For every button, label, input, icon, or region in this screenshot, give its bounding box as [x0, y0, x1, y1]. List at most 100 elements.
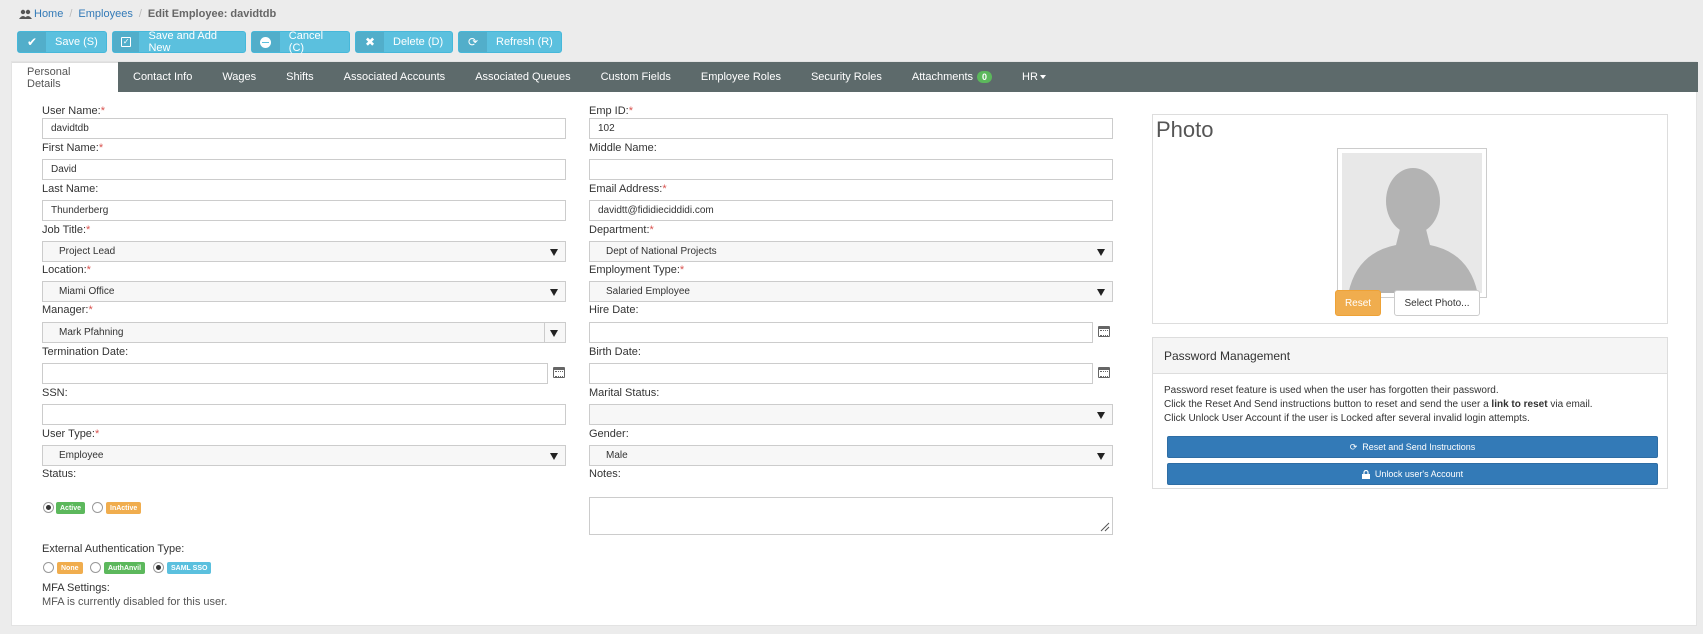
tab-attachments[interactable]: Attachments 0	[897, 62, 1007, 92]
employment-type-value: Salaried Employee	[606, 286, 690, 297]
emp-id-input[interactable]: 102	[589, 118, 1113, 139]
birth-date-input[interactable]	[589, 363, 1093, 384]
employee-panel: Personal Details Contact Info Wages Shif…	[11, 61, 1698, 626]
attachments-count-badge: 0	[977, 71, 993, 83]
user-type-select[interactable]: Employee	[42, 445, 566, 466]
dropdown-arrow-icon	[550, 453, 558, 460]
check-icon: ✔	[18, 32, 46, 52]
tab-security-roles[interactable]: Security Roles	[796, 62, 897, 92]
marital-status-select[interactable]	[589, 404, 1113, 425]
location-select[interactable]: Miami Office	[42, 281, 566, 302]
email-label: Email Address:*	[589, 183, 667, 195]
lock-icon	[1361, 469, 1370, 479]
termination-date-input[interactable]	[42, 363, 548, 384]
breadcrumb-home-link[interactable]: Home	[34, 8, 63, 20]
user-name-label: User Name:*	[42, 105, 105, 117]
first-name-input[interactable]: David	[42, 159, 566, 180]
email-input[interactable]: davidtt@fididieciddidi.com	[589, 200, 1113, 221]
tab-attachments-label: Attachments	[911, 71, 974, 83]
minus-circle-icon	[252, 32, 280, 52]
delete-button-label: Delete (D)	[393, 36, 444, 48]
calendar-icon[interactable]	[1098, 326, 1110, 337]
password-help-line: Click Unlock User Account if the user is…	[1164, 413, 1530, 424]
calendar-icon[interactable]	[1098, 367, 1110, 378]
employment-type-label: Employment Type:*	[589, 264, 685, 276]
dropdown-arrow-icon	[550, 249, 558, 256]
ssn-input[interactable]	[42, 404, 566, 425]
status-active-radio[interactable]	[43, 502, 54, 513]
tab-associated-accounts[interactable]: Associated Accounts	[329, 62, 461, 92]
breadcrumb-employees-link[interactable]: Employees	[78, 8, 132, 20]
job-title-select[interactable]: Project Lead	[42, 241, 566, 262]
save-button-label: Save (S)	[55, 36, 98, 48]
hire-date-input[interactable]	[589, 322, 1093, 343]
breadcrumb-separator: /	[138, 8, 142, 20]
reset-and-send-instructions-button[interactable]: ⟳ Reset and Send Instructions	[1167, 436, 1658, 458]
cancel-button[interactable]: Cancel (C)	[251, 30, 350, 54]
mfa-status-text: MFA is currently disabled for this user.	[42, 596, 228, 608]
status-active-badge: Active	[56, 502, 86, 514]
breadcrumb: Home / Employees / Edit Employee: davidt…	[19, 8, 276, 20]
dropdown-arrow-icon	[1097, 412, 1105, 419]
tab-bar: Personal Details Contact Info Wages Shif…	[12, 62, 1698, 92]
notes-textarea[interactable]	[589, 497, 1113, 535]
caret-down-icon	[1039, 75, 1046, 79]
password-help-text: Password reset feature is used when the …	[1164, 384, 1593, 426]
tab-hr[interactable]: HR	[1007, 62, 1061, 92]
select-photo-button[interactable]: Select Photo...	[1394, 290, 1480, 316]
dropdown-arrow-icon	[1097, 289, 1105, 296]
middle-name-input[interactable]	[589, 159, 1113, 180]
last-name-label: Last Name:	[42, 183, 99, 195]
ssn-label: SSN:	[42, 387, 68, 399]
ext-auth-saml-radio[interactable]	[153, 562, 164, 573]
tab-contact-info[interactable]: Contact Info	[118, 62, 207, 92]
users-icon	[19, 9, 32, 19]
employment-type-select[interactable]: Salaried Employee	[589, 281, 1113, 302]
unlock-account-label: Unlock user's Account	[1374, 469, 1464, 479]
ext-auth-saml-badge: SAML SSO	[167, 562, 212, 574]
password-help-line: Password reset feature is used when the …	[1164, 385, 1499, 396]
termination-date-label: Termination Date:	[42, 346, 129, 358]
password-management-panel: Password Management Password reset featu…	[1152, 337, 1668, 489]
save-button[interactable]: ✔ Save (S)	[17, 31, 107, 53]
reset-and-send-label: Reset and Send Instructions	[1362, 442, 1476, 452]
department-label: Department:*	[589, 224, 654, 236]
calendar-icon[interactable]	[553, 367, 565, 378]
refresh-button-label: Refresh (R)	[496, 36, 553, 48]
first-name-label: First Name:*	[42, 142, 104, 154]
department-select[interactable]: Dept of National Projects	[589, 241, 1113, 262]
notes-label: Notes:	[589, 468, 621, 480]
resize-handle-icon[interactable]	[1100, 522, 1110, 532]
status-inactive-radio[interactable]	[92, 502, 103, 513]
tab-shifts[interactable]: Shifts	[271, 62, 329, 92]
tab-employee-roles[interactable]: Employee Roles	[686, 62, 796, 92]
tab-custom-fields[interactable]: Custom Fields	[586, 62, 686, 92]
delete-button[interactable]: ✖ Delete (D)	[355, 31, 453, 53]
location-label: Location:*	[42, 264, 91, 276]
user-name-input[interactable]: davidtdb	[42, 118, 566, 139]
close-icon: ✖	[356, 32, 384, 52]
photo-reset-button[interactable]: Reset	[1335, 290, 1381, 316]
ext-auth-authanvil-radio[interactable]	[90, 562, 101, 573]
gender-select[interactable]: Male	[589, 445, 1113, 466]
save-and-add-new-button[interactable]: ✓ Save and Add New	[112, 30, 246, 54]
ext-auth-none-badge: None	[57, 562, 83, 574]
manager-select[interactable]: Mark Pfahning	[42, 322, 566, 343]
ext-auth-none-radio[interactable]	[43, 562, 54, 573]
status-label: Status:	[42, 468, 77, 480]
photo-panel: Photo Reset Select Photo...	[1152, 114, 1668, 324]
user-type-value: Employee	[59, 450, 104, 461]
mfa-label: MFA Settings:	[42, 582, 110, 594]
tab-wages[interactable]: Wages	[207, 62, 271, 92]
middle-name-label: Middle Name:	[589, 142, 657, 154]
dropdown-arrow-icon	[550, 289, 558, 296]
dropdown-arrow-icon	[550, 330, 558, 337]
status-inactive-badge: InActive	[106, 502, 142, 514]
unlock-user-account-button[interactable]: Unlock user's Account	[1167, 463, 1658, 485]
tab-associated-queues[interactable]: Associated Queues	[460, 62, 585, 92]
password-management-title: Password Management	[1153, 338, 1667, 374]
tab-personal-details[interactable]: Personal Details	[12, 62, 118, 92]
last-name-input[interactable]: Thunderberg	[42, 200, 566, 221]
refresh-button[interactable]: ⟳ Refresh (R)	[458, 31, 562, 53]
toolbar: ✔ Save (S) ✓ Save and Add New Cancel (C)…	[17, 30, 562, 54]
